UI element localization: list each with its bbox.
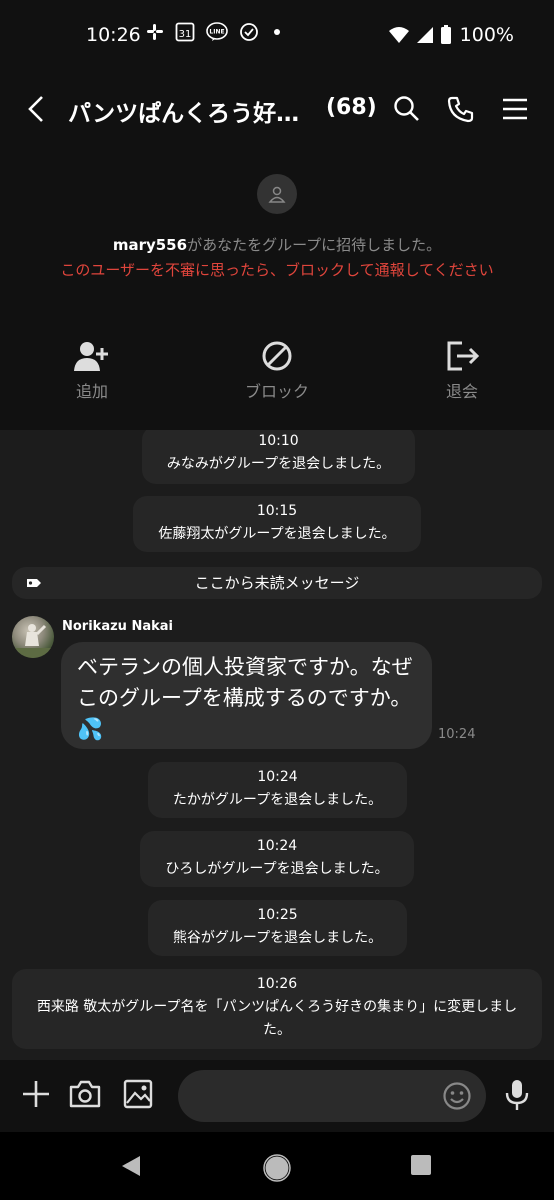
inviter-name[interactable]: mary556	[113, 236, 187, 254]
photo-button[interactable]	[122, 1078, 154, 1114]
message-bubble[interactable]: ベテランの個人投資家ですか。なぜこのグループを構成するのですか。💦	[61, 642, 432, 749]
notification-icons: 31 LINE	[146, 22, 284, 42]
status-time: 10:26	[86, 24, 141, 46]
chat-header: パンツぱんくろう好… (68)	[0, 72, 554, 148]
image-icon	[123, 1079, 153, 1109]
system-text: ひろしがグループを退会しました。	[165, 861, 389, 877]
more-notifications-dot-icon	[270, 25, 284, 39]
battery-percent: 100%	[459, 24, 514, 46]
hamburger-menu-icon	[503, 98, 527, 120]
block-button[interactable]: ブロック	[217, 340, 337, 402]
system-message: 10:24 たかがグループを退会しました。	[148, 762, 407, 818]
phone-icon	[447, 96, 474, 123]
leave-icon	[447, 341, 480, 371]
chat-log[interactable]: 10:10 みなみがグループを退会しました。 10:15 佐藤翔太がグループを退…	[0, 430, 554, 1060]
unread-divider: ここから未読メッセージ	[12, 567, 542, 599]
system-message: 10:25 熊谷がグループを退会しました。	[148, 900, 407, 956]
calendar-icon: 31	[175, 22, 195, 42]
system-text: 熊谷がグループを退会しました。	[172, 930, 383, 946]
member-count: (68)	[326, 95, 377, 120]
wifi-icon	[388, 26, 410, 44]
system-message: 10:24 ひろしがグループを退会しました。	[140, 831, 414, 887]
baseball-player-photo	[12, 624, 54, 658]
slack-icon	[146, 23, 164, 41]
leave-button[interactable]: 退会	[402, 340, 522, 402]
unread-label: ここから未読メッセージ	[194, 574, 360, 592]
add-button[interactable]: 追加	[32, 340, 152, 402]
block-warning: このユーザーを不審に思ったら、ブロックして通報してください	[60, 261, 494, 279]
nav-recents-button[interactable]	[410, 1154, 432, 1180]
search-icon	[394, 96, 419, 121]
nav-back-button[interactable]	[120, 1154, 142, 1182]
line-app-icon: LINE	[206, 22, 228, 42]
person-icon	[268, 186, 286, 203]
sender-name[interactable]: Norikazu Nakai	[62, 619, 173, 634]
system-text: みなみがグループを退会しました。	[166, 456, 391, 472]
system-time: 10:24	[256, 838, 298, 854]
calendar-day: 31	[179, 29, 192, 40]
system-text: 佐藤翔太がグループを退会しました。	[158, 526, 396, 542]
camera-icon	[69, 1080, 101, 1108]
system-text: 西来路 敬太がグループ名を「パンツぱんくろう好きの集まり」に変更しました。	[36, 999, 518, 1038]
message-input[interactable]	[178, 1070, 486, 1122]
call-button[interactable]	[446, 94, 476, 124]
add-label: 追加	[75, 382, 108, 401]
voice-button[interactable]	[503, 1078, 531, 1116]
line-badge-text: LINE	[209, 29, 224, 36]
menu-button[interactable]	[500, 94, 530, 124]
add-friend-icon	[74, 342, 108, 371]
system-time: 10:15	[256, 503, 298, 519]
circle-home-icon	[263, 1154, 291, 1182]
system-time: 10:26	[256, 976, 298, 992]
nav-home-button[interactable]	[263, 1154, 291, 1186]
sender-avatar[interactable]	[12, 616, 54, 658]
system-time: 10:25	[257, 907, 298, 923]
system-time: 10:10	[258, 433, 299, 449]
system-navigation-bar	[0, 1132, 554, 1200]
inviter-avatar	[257, 174, 297, 214]
more-options-button[interactable]	[20, 1078, 52, 1114]
plus-icon	[23, 1081, 49, 1107]
system-message: 10:15 佐藤翔太がグループを退会しました。	[133, 496, 421, 552]
square-recents-icon	[411, 1155, 431, 1175]
status-bar: 10:26 31 LINE 100%	[0, 0, 554, 72]
check-circle-icon	[239, 22, 259, 42]
back-button[interactable]	[24, 94, 50, 124]
invite-message: mary556があなたをグループに招待しました。	[0, 234, 554, 255]
camera-button[interactable]	[68, 1078, 102, 1114]
chat-title[interactable]: パンツぱんくろう好…	[68, 94, 308, 128]
block-label: ブロック	[244, 382, 309, 401]
triangle-back-icon	[122, 1156, 140, 1176]
block-icon	[262, 341, 292, 371]
microphone-icon	[505, 1080, 529, 1110]
emoji-button[interactable]	[442, 1081, 472, 1115]
group-invite-panel: mary556があなたをグループに招待しました。 このユーザーを不審に思ったら、…	[0, 148, 554, 430]
search-button[interactable]	[392, 94, 422, 124]
system-indicators: 100%	[388, 24, 514, 46]
chevron-left-icon	[28, 96, 43, 122]
invite-text: があなたをグループに招待しました。	[187, 236, 442, 254]
message-time: 10:24	[438, 727, 476, 742]
system-time: 10:24	[257, 769, 298, 785]
system-message: 10:10 みなみがグループを退会しました。	[142, 430, 415, 484]
signal-icon	[416, 26, 434, 44]
leave-label: 退会	[445, 382, 478, 401]
smiley-icon	[443, 1082, 471, 1110]
message-input-bar	[0, 1060, 554, 1132]
system-message: 10:26 西来路 敬太がグループ名を「パンツぱんくろう好きの集まり」に変更しま…	[12, 969, 542, 1049]
system-text: たかがグループを退会しました。	[172, 792, 383, 808]
battery-icon	[440, 25, 452, 45]
